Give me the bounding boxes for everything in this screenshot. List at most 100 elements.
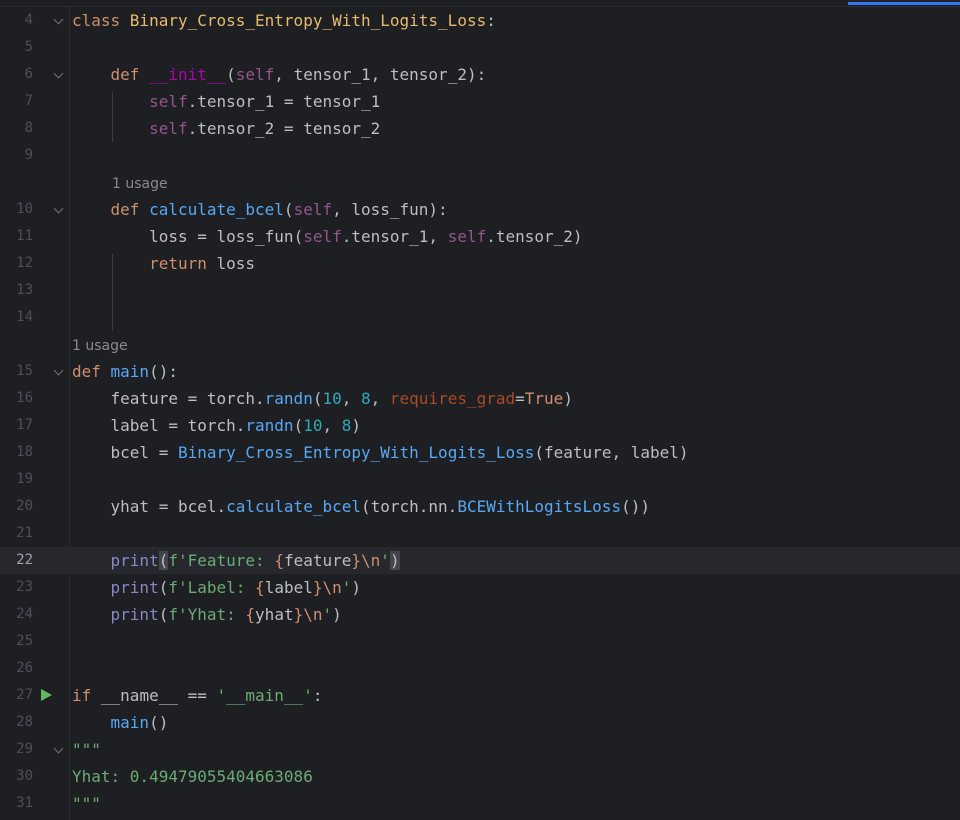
chevron-down-icon[interactable] [53,68,64,79]
play-icon[interactable] [41,689,52,701]
code-token: (): [149,362,178,381]
code-token: f'Label: [168,578,256,597]
code-token: ( [158,605,169,624]
code-line[interactable]: 15 def main(): [0,358,960,385]
code-token: ( [283,200,294,219]
code-text[interactable]: return loss [72,250,255,277]
code-line[interactable]: 7 self.tensor_1 = tensor_1 [0,88,960,115]
code-line[interactable]: 12 return loss [0,250,960,277]
chevron-down-icon[interactable] [53,365,64,376]
code-token: 8 [341,416,352,435]
code-line[interactable]: 23 print(f'Label: {label}\n') [0,574,960,601]
code-token: calculate_bcel [226,497,361,516]
code-token: tensor_1 [303,92,381,111]
usage-hint[interactable]: 1 usage [112,171,168,198]
code-text[interactable]: yhat = bcel.calculate_bcel(torch.nn.BCEW… [72,493,650,520]
code-line[interactable]: 4 class Binary_Cross_Entropy_With_Logits_… [0,7,960,34]
code-text[interactable]: print(f'Yhat: {yhat}\n') [72,601,342,628]
code-text[interactable]: loss = loss_fun(self.tensor_1, self.tens… [72,223,583,250]
code-line[interactable]: 22 print(f'Feature: {feature}\n') [0,547,960,574]
code-line[interactable]: 6 def __init__(self, tensor_1, tensor_2)… [0,61,960,88]
code-line[interactable]: 18 bcel = Binary_Cross_Entropy_With_Logi… [0,439,960,466]
code-editor[interactable]: 4 class Binary_Cross_Entropy_With_Logits_… [0,7,960,820]
code-text[interactable]: def calculate_bcel(self, loss_fun): [72,196,448,223]
code-line[interactable]: 11 loss = loss_fun(self.tensor_1, self.t… [0,223,960,250]
code-line[interactable]: 25 [0,628,960,655]
code-token: feature = torch. [72,389,265,408]
chevron-down-icon[interactable] [53,743,64,754]
usage-hint-row[interactable]: 1 usage [0,331,960,358]
line-number: 26 [16,660,33,676]
code-text[interactable]: label = torch.randn(10, 8) [72,412,361,439]
code-line[interactable]: 20 yhat = bcel.calculate_bcel(torch.nn.B… [0,493,960,520]
code-line[interactable]: 19 [0,466,960,493]
code-text[interactable]: self.tensor_2 = tensor_2 [72,115,380,142]
code-token: (feature, label) [534,443,689,462]
code-text[interactable]: feature = torch.randn(10, 8, requires_gr… [72,385,573,412]
line-number: 19 [16,471,33,487]
code-line[interactable]: 17 label = torch.randn(10, 8) [0,412,960,439]
code-token: , [370,65,390,84]
code-text[interactable]: class Binary_Cross_Entropy_With_Logits_L… [72,7,496,34]
code-token: , [370,389,390,408]
code-text[interactable]: print(f'Label: {label}\n') [72,574,362,601]
code-line[interactable]: 30 Yhat: 0.49479055404663086 [0,763,960,790]
code-token: requires_grad [389,389,516,408]
code-token: """ [72,740,101,759]
line-number: 25 [16,633,33,649]
code-line[interactable]: 26 [0,655,960,682]
code-text[interactable]: if __name__ == '__main__': [72,682,322,709]
chevron-down-icon[interactable] [53,203,64,214]
code-text[interactable]: def __init__(self, tensor_1, tensor_2): [72,61,487,88]
code-text[interactable]: """ [72,790,101,817]
code-token: = [515,389,525,408]
code-line[interactable]: 5 [0,34,960,61]
code-token: self [447,227,487,246]
code-token: { [274,551,284,570]
line-number: 24 [16,606,33,622]
code-line[interactable]: 8 self.tensor_2 = tensor_2 [0,115,960,142]
code-line[interactable]: 28 main() [0,709,960,736]
code-token: __init__ [149,65,227,84]
code-token: , [341,389,361,408]
code-token: yhat [255,605,294,624]
code-token: ()) [621,497,650,516]
code-line[interactable]: 16 feature = torch.randn(10, 8, requires… [0,385,960,412]
line-number: 11 [16,228,33,244]
code-text[interactable]: main() [72,709,169,736]
code-token: tensor_2 [389,65,467,84]
code-line[interactable]: 31 """ [0,790,960,817]
line-number: 15 [16,363,33,379]
code-line[interactable]: 24 print(f'Yhat: {yhat}\n') [0,601,960,628]
code-token: : [486,11,496,30]
line-number: 16 [16,390,33,406]
code-text[interactable]: """ [72,736,101,763]
line-number: 14 [16,309,33,325]
line-number: 28 [16,714,33,730]
code-text[interactable]: self.tensor_1 = tensor_1 [72,88,380,115]
code-line[interactable]: 21 [0,520,960,547]
code-line[interactable]: 10 def calculate_bcel(self, loss_fun): [0,196,960,223]
code-line[interactable]: 13 [0,277,960,304]
code-text[interactable]: Yhat: 0.49479055404663086 [72,763,313,790]
chevron-down-icon[interactable] [53,14,64,25]
code-token: self [149,92,188,111]
code-line[interactable]: 14 [0,304,960,331]
code-token: 8 [361,389,371,408]
code-token: ' [322,605,333,624]
code-text[interactable]: print(f'Feature: {feature}\n') [72,547,400,574]
code-line[interactable]: 9 [0,142,960,169]
code-line[interactable]: 27 if __name__ == '__main__': [0,682,960,709]
code-token: \n [303,605,323,624]
code-token: def [110,200,150,219]
code-token: { [245,605,256,624]
code-token: \n [361,551,381,570]
usage-hint[interactable]: 1 usage [72,333,128,360]
code-token: ) [563,389,573,408]
code-text[interactable]: bcel = Binary_Cross_Entropy_With_Logits_… [72,439,689,466]
code-token: .tensor_1 = [187,92,304,111]
code-line[interactable]: 29 """ [0,736,960,763]
code-token: main [110,713,150,732]
code-text[interactable]: def main(): [72,358,178,385]
usage-hint-row[interactable]: 1 usage [0,169,960,196]
